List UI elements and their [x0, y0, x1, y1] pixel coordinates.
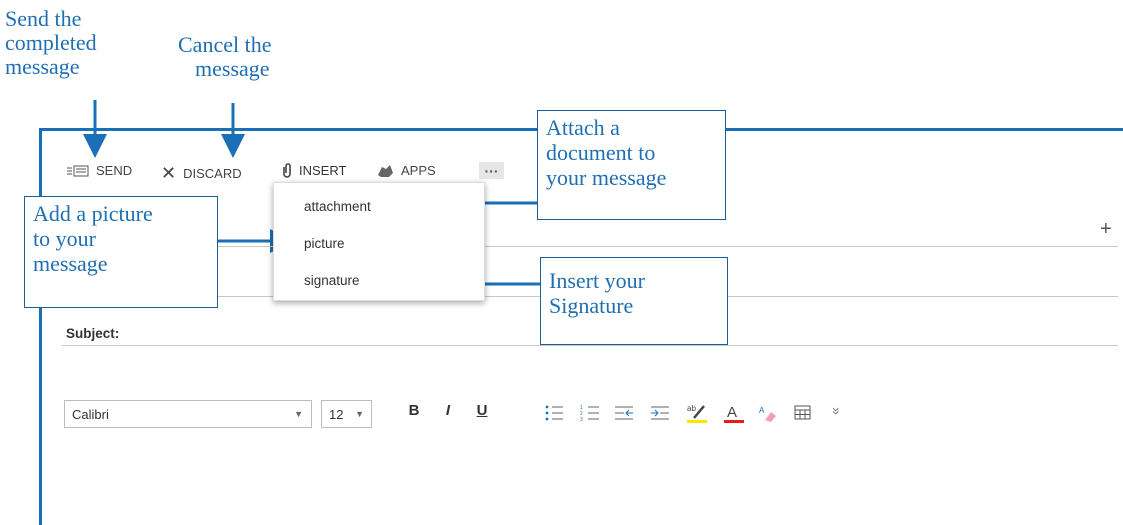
apps-button[interactable]: APPS	[377, 163, 436, 178]
apps-label: APPS	[401, 163, 436, 178]
svg-text:ab: ab	[687, 404, 696, 413]
font-family-select[interactable]: Calibri ▼	[64, 400, 312, 428]
subject-label: Subject:	[66, 326, 120, 341]
font-color-icon[interactable]: A	[723, 402, 745, 424]
clear-formatting-icon[interactable]: A	[759, 404, 781, 424]
signature-callout-line: Insert your	[549, 268, 645, 293]
paperclip-icon	[283, 163, 291, 178]
send-icon	[67, 165, 89, 176]
italic-button[interactable]: I	[437, 402, 459, 419]
menu-item-signature[interactable]: signature	[304, 273, 360, 288]
font-size-select[interactable]: 12 ▼	[321, 400, 372, 428]
send-label: SEND	[96, 163, 133, 178]
menu-item-attachment[interactable]: attachment	[304, 199, 371, 214]
svg-text:A: A	[759, 406, 765, 415]
chevron-down-icon: ▼	[294, 409, 303, 419]
close-icon: ✕	[161, 163, 177, 183]
increase-indent-icon[interactable]	[650, 404, 672, 422]
menu-item-picture[interactable]: picture	[304, 236, 345, 251]
signature-callout-line: Signature	[549, 293, 634, 318]
font-family-value: Calibri	[72, 406, 109, 422]
discard-label: DISCARD	[183, 166, 242, 181]
svg-text:3: 3	[580, 417, 583, 423]
insert-button[interactable]: INSERT	[282, 163, 346, 178]
more-options-button[interactable]: ···	[479, 162, 504, 179]
insert-menu: attachment picture signature	[273, 182, 485, 301]
decrease-indent-icon[interactable]	[614, 404, 636, 422]
more-formatting-icon[interactable]: »	[829, 407, 845, 415]
add-recipient-icon[interactable]: +	[1100, 218, 1112, 241]
underline-button[interactable]: U	[471, 402, 493, 419]
send-button[interactable]: SEND	[67, 163, 132, 178]
insert-label: INSERT	[299, 163, 347, 178]
signature-callout-box: Insert your Signature	[540, 257, 728, 345]
bullet-list-icon[interactable]	[544, 404, 566, 422]
picture-callout-box: Add a picture to your message	[24, 196, 218, 308]
attach-callout-line: Attach a	[546, 115, 620, 140]
highlight-icon[interactable]: ab	[686, 402, 708, 424]
numbered-list-icon[interactable]: 1 2 3	[580, 404, 602, 423]
picture-callout-line: Add a picture	[33, 201, 153, 226]
table-icon[interactable]	[794, 405, 812, 421]
bold-button[interactable]: B	[403, 402, 425, 419]
attach-callout-line: document to	[546, 140, 656, 165]
attach-callout-box: Attach a document to your message	[537, 110, 726, 220]
subject-input[interactable]	[62, 345, 1118, 346]
discard-button[interactable]: ✕ DISCARD	[161, 163, 242, 184]
svg-text:A: A	[727, 404, 737, 421]
apps-icon	[378, 164, 393, 177]
more-icon: ···	[484, 162, 499, 179]
picture-callout-line: message	[33, 251, 108, 276]
attach-callout-line: your message	[546, 165, 667, 190]
font-size-value: 12	[329, 406, 344, 422]
chevron-down-icon: ▼	[355, 409, 364, 419]
picture-callout-line: to your	[33, 226, 96, 251]
